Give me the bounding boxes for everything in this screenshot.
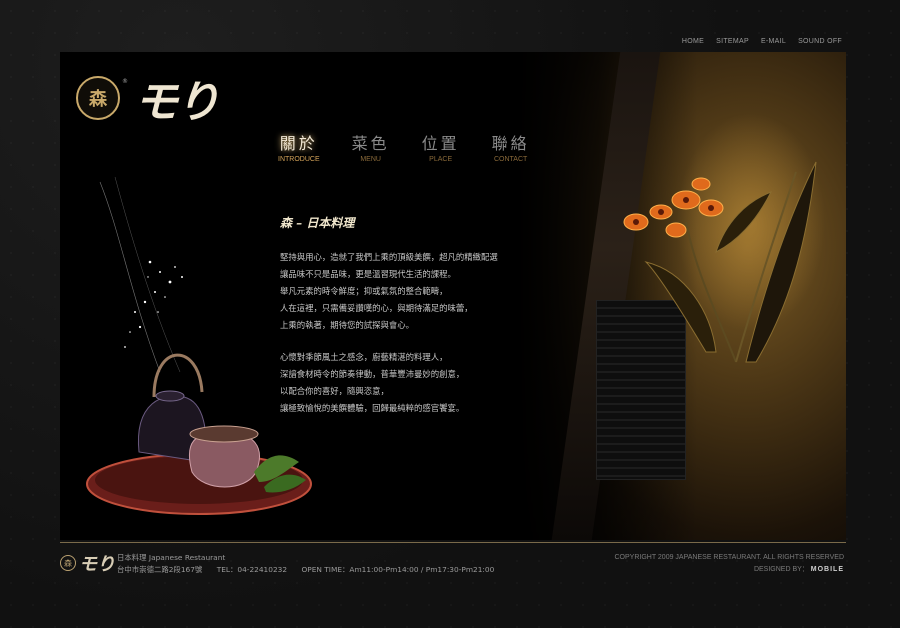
intro-title: 森 – 日本料理: [280, 216, 355, 230]
nav-introduce[interactable]: 關於 INTRODUCE: [278, 130, 320, 163]
footer-credits: COPYRIGHT 2009 JAPANESE RESTAURANT. ALL …: [614, 552, 844, 576]
main-stage: 森 ® モり 關於 INTRODUCE 菜色 MENU 位置 PLACE 聯絡 …: [60, 52, 846, 540]
orchid-illustration: [623, 161, 817, 363]
home-link[interactable]: HOME: [682, 38, 704, 45]
main-nav: 關於 INTRODUCE 菜色 MENU 位置 PLACE 聯絡 CONTACT: [278, 130, 530, 163]
email-link[interactable]: E-MAIL: [761, 38, 786, 45]
footer-logo[interactable]: 森 モり: [60, 550, 115, 576]
restaurant-name: 日本料理 Japanese Restaurant: [117, 553, 226, 562]
nav-place[interactable]: 位置 PLACE: [422, 130, 460, 163]
registered-mark: ®: [122, 77, 128, 85]
intro-paragraph-1: 堅持與用心，造就了我們上乘的頂級美饌，超凡的精緻配選 讓品味不只是品味，更是溫習…: [280, 252, 498, 330]
top-utility-nav: HOME SITEMAP E-MAIL SOUND OFF: [682, 38, 842, 45]
nav-menu[interactable]: 菜色 MENU: [352, 130, 390, 163]
site-logo[interactable]: 森 ® モり: [76, 66, 220, 130]
open-hours: OPEN TIME：Am11:00-Pm14:00 / Pm17:30-Pm21…: [301, 565, 495, 574]
copyright-text: COPYRIGHT 2009 JAPANESE RESTAURANT. ALL …: [614, 554, 844, 561]
intro-content: 森 – 日本料理 堅持與用心，造就了我們上乘的頂級美饌，超凡的精緻配選 讓品味不…: [280, 214, 550, 417]
sitemap-link[interactable]: SITEMAP: [716, 38, 749, 45]
telephone: TEL：04-22410232: [216, 565, 288, 574]
intro-paragraph-2: 心懷對季節風土之感念，廚藝精湛的料理人， 深諳食材時令的節奏律動，普華豐沛曼妙的…: [280, 352, 465, 413]
footer-info: 日本料理 Japanese Restaurant 台中市崇德二路2段167號 T…: [117, 552, 506, 576]
designed-by-label: DESIGNED BY：: [753, 566, 809, 573]
logo-seal: 森: [76, 76, 120, 120]
address: 台中市崇德二路2段167號: [117, 565, 203, 574]
logo-wordmark: モり: [134, 77, 220, 128]
footer-divider: [60, 542, 846, 543]
sound-toggle[interactable]: SOUND OFF: [798, 38, 842, 45]
designer-link[interactable]: MOBILE: [811, 566, 844, 573]
footer-logo-wordmark: モり: [79, 554, 115, 575]
footer-logo-seal: 森: [60, 555, 76, 571]
nav-contact[interactable]: 聯絡 CONTACT: [492, 130, 530, 163]
